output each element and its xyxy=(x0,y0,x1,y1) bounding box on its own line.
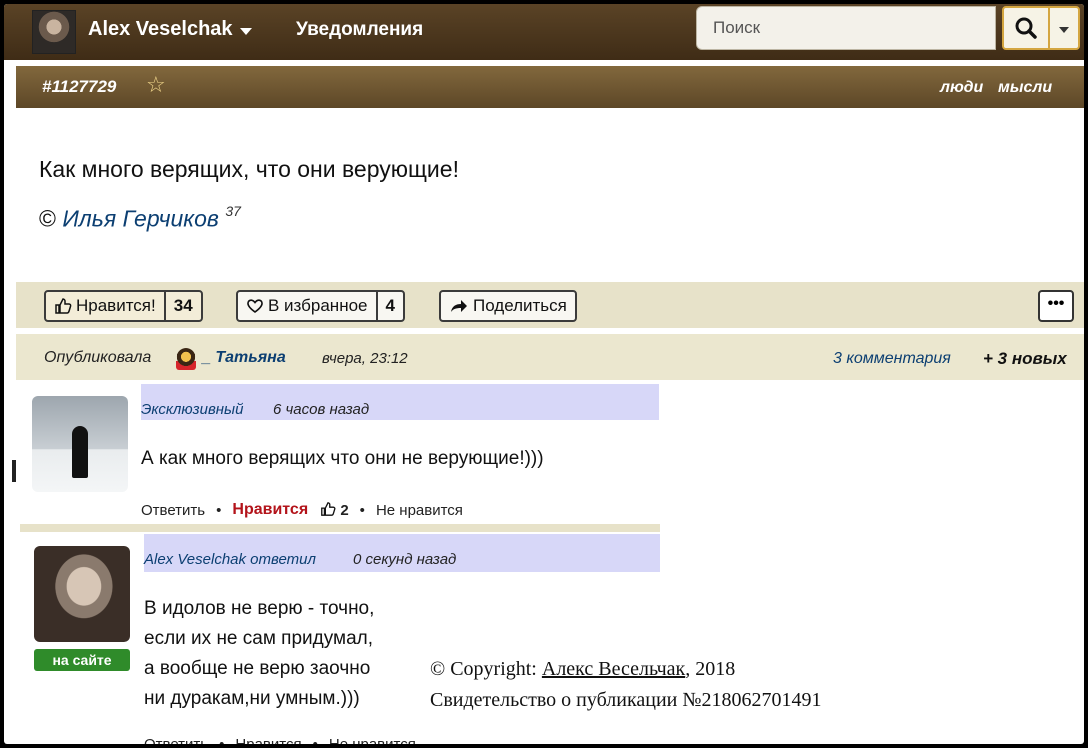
heart-icon xyxy=(247,299,263,313)
search-icon xyxy=(1015,17,1037,39)
copyright-block: © Copyright: Алекс Весельчак, 2018 Свиде… xyxy=(430,654,821,716)
comment-time: 6 часов назад xyxy=(273,401,370,418)
top-navbar: Alex Veselchak Уведомления xyxy=(4,4,1084,60)
like-label: Нравится! xyxy=(76,296,156,315)
comment-author[interactable]: Эксклюзивный xyxy=(141,401,243,418)
vote-number: 2 xyxy=(340,502,349,519)
comment-separator xyxy=(20,524,660,532)
user-avatar[interactable] xyxy=(32,10,76,54)
vote-count: 2 xyxy=(320,501,349,519)
copyright-author-link[interactable]: Алекс Весельчак xyxy=(542,658,685,680)
comment-header: Alex Veselchak ответил 0 секунд назад xyxy=(144,534,660,572)
like-count: 34 xyxy=(163,292,201,320)
comment-line: а вообще не верю заочно xyxy=(144,658,371,679)
like-link[interactable]: Нравится xyxy=(232,501,308,519)
search-options-button[interactable] xyxy=(1050,6,1080,50)
post-id[interactable]: #1127729 xyxy=(42,77,116,97)
post-author-line: © Илья Герчиков 37 xyxy=(39,203,241,233)
favorite-label: В избранное xyxy=(268,296,368,315)
published-label: Опубликовала xyxy=(44,349,152,366)
post-meta-bar: Опубликовала _ Татьяна вчера, 23:12 3 ко… xyxy=(16,334,1084,380)
separator: • xyxy=(359,501,365,519)
comments-link[interactable]: 3 комментария xyxy=(833,350,951,368)
star-icon[interactable]: ☆ xyxy=(146,72,166,98)
online-badge: на сайте xyxy=(34,649,130,671)
comment-line: ни дуракам,ни умным.))) xyxy=(144,688,360,709)
page-frame: Alex Veselchak Уведомления #1127729 ☆ лю… xyxy=(4,4,1084,744)
divider xyxy=(12,460,16,482)
separator: • xyxy=(216,501,222,519)
share-button[interactable]: Поделиться xyxy=(439,290,577,322)
thumbs-up-icon xyxy=(55,298,72,314)
tag-thoughts[interactable]: мысли xyxy=(998,79,1052,97)
certificate-text: Свидетельство о публикации №218062701491 xyxy=(430,689,822,711)
comment-line: если их не сам придумал, xyxy=(144,628,374,649)
share-arrow-icon xyxy=(451,300,467,312)
publisher-link[interactable]: _ Татьяна xyxy=(202,349,286,367)
post-header: #1127729 ☆ люди мысли xyxy=(16,66,1084,108)
comment-actions: Ответить • Нравится 2 • Не нравится xyxy=(141,501,463,519)
separator: • xyxy=(219,736,224,744)
dislike-link[interactable]: Не нравится xyxy=(329,736,416,744)
copyright-prefix: © Copyright: xyxy=(430,658,542,680)
search-button[interactable] xyxy=(1002,6,1050,50)
comment-actions: Ответить • Нравится • Не нравится xyxy=(144,736,416,744)
like-link[interactable]: Нравится xyxy=(235,736,301,744)
comment-line: В идолов не верю - точно, xyxy=(144,598,375,619)
dislike-link[interactable]: Не нравится xyxy=(376,502,463,519)
comment-avatar[interactable] xyxy=(32,396,128,492)
caret-down-icon xyxy=(1059,27,1069,33)
separator: • xyxy=(313,736,318,744)
post-text: Как много верящих, что они верующие! xyxy=(39,156,459,182)
tag-people[interactable]: люди xyxy=(940,79,983,97)
published-time: вчера, 23:12 xyxy=(322,350,408,367)
reply-link[interactable]: Ответить xyxy=(141,502,205,519)
copyright-year: , 2018 xyxy=(685,658,736,680)
search-input[interactable] xyxy=(696,6,996,50)
thumbs-up-icon xyxy=(321,502,336,516)
reply-link[interactable]: Ответить xyxy=(144,736,208,744)
user-menu[interactable]: Alex Veselchak xyxy=(88,18,233,41)
comment-avatar[interactable] xyxy=(34,546,130,642)
share-label: Поделиться xyxy=(473,296,567,315)
author-link[interactable]: Илья Герчиков xyxy=(62,206,219,232)
publisher-avatar-icon xyxy=(176,348,196,370)
comment-header: Эксклюзивный 6 часов назад xyxy=(141,384,659,420)
comment-text: В идолов не верю - точно, если их не сам… xyxy=(144,594,414,714)
favorite-button[interactable]: В избранное 4 xyxy=(236,290,405,322)
like-button[interactable]: Нравится! 34 xyxy=(44,290,203,322)
comment-text: А как много верящих что они не верующие!… xyxy=(141,448,544,469)
copyright-symbol: © xyxy=(39,205,56,232)
favorite-count: 4 xyxy=(375,292,403,320)
more-options-button[interactable]: ••• xyxy=(1038,290,1074,322)
notifications-link[interactable]: Уведомления xyxy=(296,19,423,41)
new-comments-link[interactable]: + 3 новых xyxy=(983,349,1067,369)
action-bar: Нравится! 34 В избранное 4 Поделиться ••… xyxy=(16,282,1084,328)
author-count: 37 xyxy=(225,203,241,219)
comment-time: 0 секунд назад xyxy=(353,551,457,568)
comment-author[interactable]: Alex Veselchak ответил xyxy=(144,551,316,568)
chevron-down-icon[interactable] xyxy=(240,28,252,35)
